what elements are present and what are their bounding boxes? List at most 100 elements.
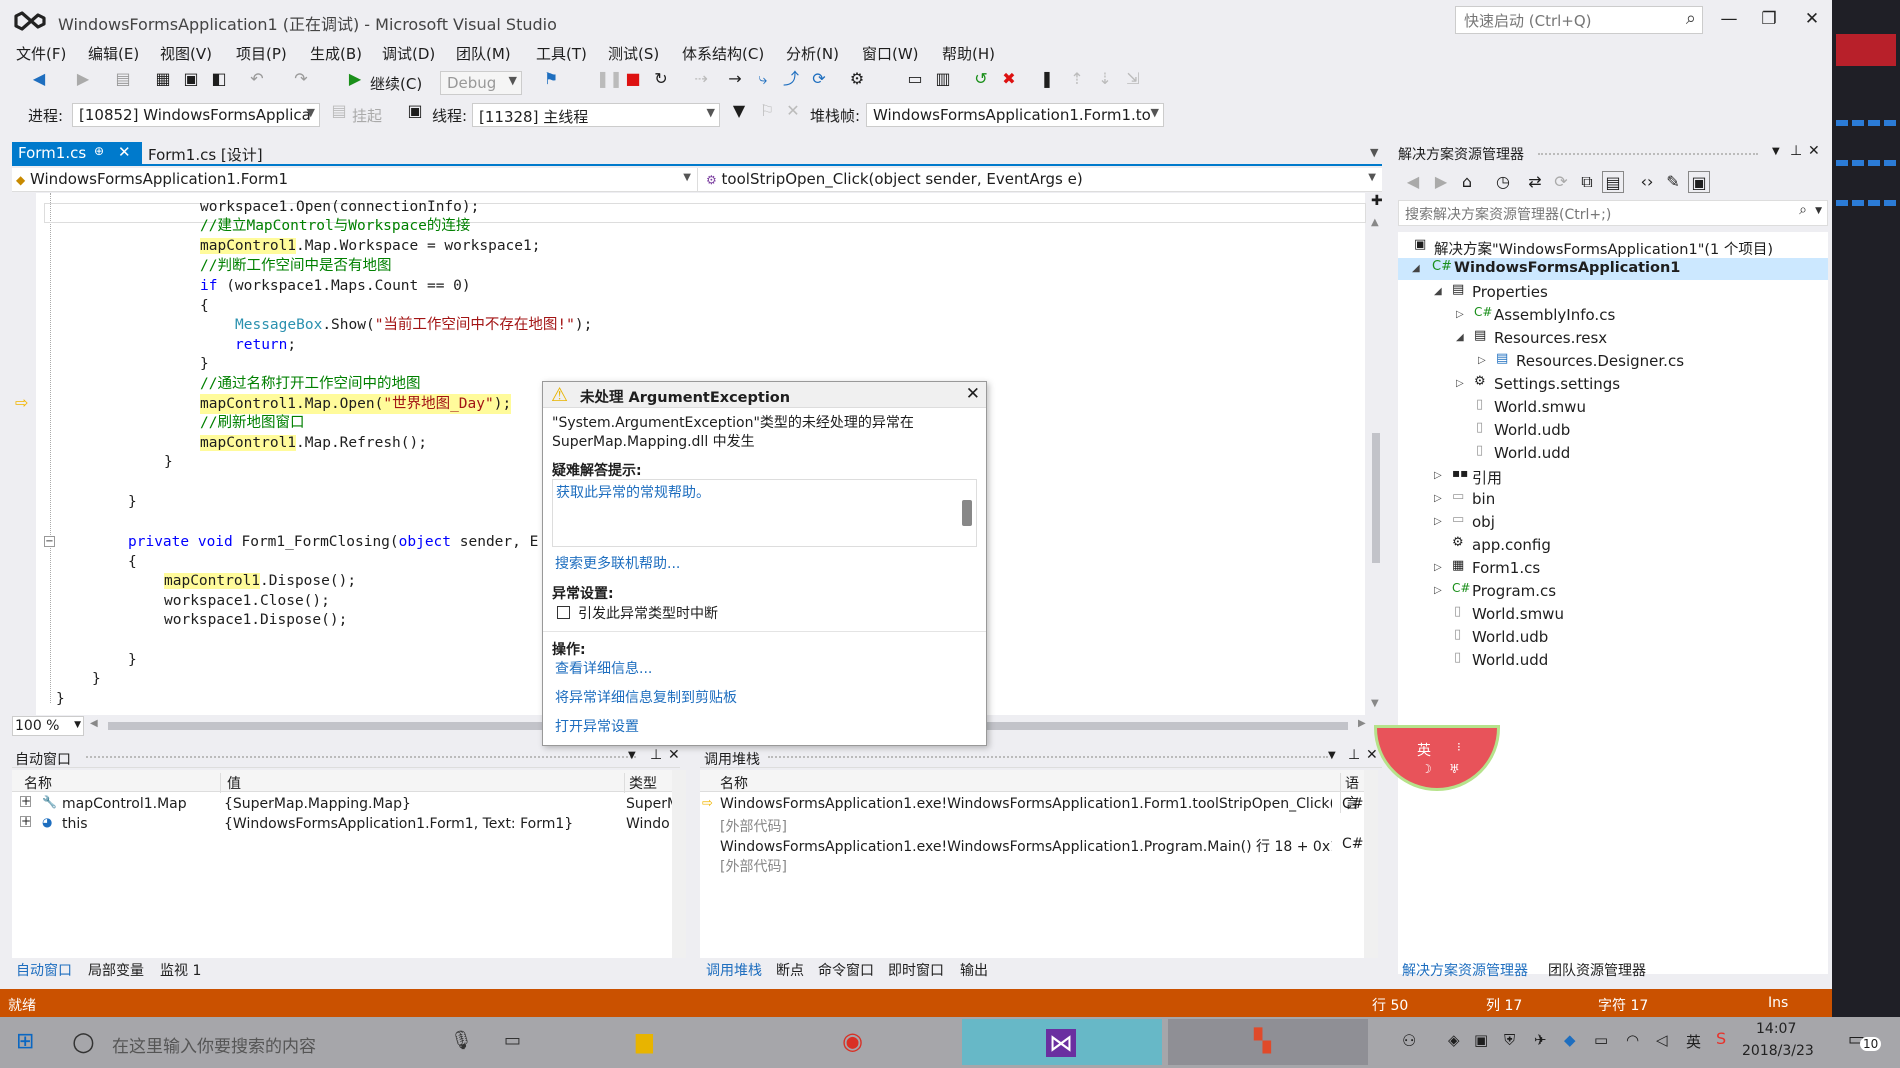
wifi-icon[interactable]: ◠ [1626,1031,1639,1049]
table-row[interactable]: + 🔧 mapControl1.Map {SuperMap.Mapping.Ma… [12,795,672,815]
autos-scrollbar[interactable] [672,770,686,958]
collapse-all-icon[interactable]: ⧉ [1576,171,1598,193]
config-select[interactable]: Debug ▼ [440,71,522,95]
task-view-icon[interactable]: ▭ [504,1030,521,1051]
tray-network-app-icon[interactable]: ◆ [1564,1031,1576,1049]
ime-shirt-icon[interactable]: ♅ [1449,762,1460,776]
quick-launch-input[interactable]: 快速启动 (Ctrl+Q) ⌕ [1455,6,1703,34]
break-checkbox[interactable] [557,606,570,619]
view-code-icon[interactable]: ‹› [1636,171,1658,193]
bookmark-icon[interactable]: ❚ [1036,68,1058,90]
step-into-icon[interactable]: → [724,68,746,90]
collapse-arrow-icon[interactable]: ◢ [1456,332,1464,343]
clock-time[interactable]: 14:07 [1756,1021,1796,1037]
tree-item-file[interactable]: ▯ World.smwu [1398,603,1828,625]
tab-breakpoints[interactable]: 断点 [776,960,804,980]
taskbar-app-visual-studio[interactable]: ⋈ [962,1019,1162,1065]
scrollbar-thumb[interactable] [1372,433,1380,563]
tab-command-window[interactable]: 命令窗口 [818,960,874,980]
open-file-icon[interactable]: ▦ [152,68,174,90]
panel-menu-icon[interactable]: ▼ [1328,750,1336,761]
tree-item-project[interactable]: ◢ C# WindowsFormsApplication1 [1398,258,1828,280]
suspend-icon[interactable]: ▤ [328,100,350,122]
file-explorer-icon[interactable]: ▆ [636,1029,653,1054]
show-next-statement-icon[interactable]: ⇢ [690,68,712,90]
continue-button[interactable]: 继续(C) [370,73,422,94]
close-tab-icon[interactable]: ✕ [118,143,131,161]
menu-edit[interactable]: 编辑(E) [88,43,139,64]
windows-start-icon[interactable]: ⊞ [16,1029,34,1054]
member-select[interactable]: ⚙ toolStripOpen_Click(object sender, Eve… [702,168,1382,191]
forward-icon[interactable]: ▶ [1430,171,1452,193]
prev-bookmark-icon[interactable]: ⇡ [1066,68,1088,90]
enable-breakpoints-icon[interactable]: ↺ [970,68,992,90]
expand-arrow-icon[interactable]: ▷ [1456,309,1464,320]
tab-immediate-window[interactable]: 即时窗口 [888,960,944,980]
tab-autos[interactable]: 自动窗口 [16,960,72,980]
process-select[interactable]: [10852] WindowsFormsApplica ▼ [72,103,320,127]
tree-item-resources-designer[interactable]: ▷ ▤ Resources.Designer.cs [1398,350,1828,372]
pin-icon[interactable]: ⊥ [650,747,662,763]
tab-form1-designer[interactable]: Form1.cs [设计] [142,142,272,164]
preview-icon[interactable]: ▣ [1688,171,1710,193]
refresh-icon[interactable]: ⟳ [1550,171,1572,193]
menu-file[interactable]: 文件(F) [16,43,66,64]
flag-icon[interactable]: ⚐ [756,100,778,122]
sogou-icon[interactable]: S [1716,1029,1726,1048]
menu-build[interactable]: 生成(B) [310,43,362,64]
tree-item-file[interactable]: ▯ World.udb [1398,419,1828,441]
expand-arrow-icon[interactable]: ▷ [1434,493,1442,504]
general-help-link[interactable]: 获取此异常的常规帮助。 [556,482,710,502]
tree-item-obj[interactable]: ▷ ▭ obj [1398,511,1828,533]
volume-icon[interactable]: ◁ [1656,1031,1668,1049]
tray-app-icon[interactable]: ▣ [1474,1031,1488,1049]
pin-icon[interactable]: ⊥ [1790,143,1802,159]
copy-details-link[interactable]: 将异常详细信息复制到剪贴板 [555,687,737,707]
scroll-left-icon[interactable]: ◀ [90,718,98,729]
close-panel-icon[interactable]: ✕ [668,747,680,763]
expand-icon[interactable]: + [20,815,31,827]
ime-mode-icon[interactable]: 英 [1686,1031,1701,1052]
chrome-icon[interactable]: ◉ [842,1027,863,1055]
forward-icon[interactable]: ▶ [72,68,94,90]
microphone-icon[interactable]: 🎙 [450,1030,473,1051]
tray-bird-icon[interactable]: ✈ [1534,1031,1547,1049]
col-name-header[interactable]: 名称 [24,773,52,793]
thread-select[interactable]: [11328] 主线程 ▼ [472,103,720,127]
close-window-button[interactable]: ✕ [1795,4,1829,34]
next-bookmark-icon[interactable]: ⇣ [1094,68,1116,90]
table-row[interactable]: [外部代码] [700,855,1364,875]
save-icon[interactable]: ▣ [180,68,202,90]
swap-icon[interactable]: ✕ [782,100,804,122]
filter-icon[interactable]: ▼ [728,100,750,122]
close-panel-icon[interactable]: ✕ [1808,143,1820,159]
close-exception-button[interactable]: ✕ [966,384,980,404]
ime-moon-icon[interactable]: ☽ [1421,762,1432,776]
class-select[interactable]: ◆ WindowsFormsApplication1.Form1 ▼ [12,168,698,191]
tab-dropdown-icon[interactable]: ▼ [1370,146,1378,159]
tree-item-resources-resx[interactable]: ◢ ▤ Resources.resx [1398,327,1828,349]
pin-icon[interactable]: ⊥ [1348,747,1360,763]
menu-window[interactable]: 窗口(W) [862,43,919,64]
undo-icon[interactable]: ↶ [246,68,268,90]
search-online-help-link[interactable]: 搜索更多联机帮助... [555,553,680,573]
editor-vertical-scrollbar[interactable]: ✚ ▲ ▼ [1368,193,1384,715]
redo-icon[interactable]: ↷ [290,68,312,90]
tray-shield-icon[interactable]: ⛨ [1504,1031,1515,1049]
scroll-right-icon[interactable]: ▶ [1358,718,1366,729]
back-icon[interactable]: ◀ [1402,171,1424,193]
pause-icon[interactable]: ❚❚ [596,68,623,90]
collapse-arrow-icon[interactable]: ◢ [1434,286,1442,297]
expand-arrow-icon[interactable]: ▷ [1434,585,1442,596]
tree-item-solution[interactable]: ▣ 解决方案"WindowsFormsApplication1"(1 个项目) [1398,236,1828,258]
table-row[interactable]: + ◕ this {WindowsFormsApplication1.Form1… [12,815,672,835]
tab-team-explorer[interactable]: 团队资源管理器 [1548,960,1646,980]
tab-form1-cs[interactable]: Form1.cs ⊕ ✕ [12,142,142,164]
people-icon[interactable]: ⚇ [1402,1031,1416,1050]
hot-reload-icon[interactable]: ⟳ [808,68,830,90]
close-panel-icon[interactable]: ✕ [1366,747,1378,763]
continue-icon[interactable]: ▶ [344,68,366,90]
table-row[interactable]: [外部代码] [700,815,1364,835]
sync-icon[interactable]: ⇄ [1524,171,1546,193]
stop-icon[interactable]: ■ [622,68,644,90]
